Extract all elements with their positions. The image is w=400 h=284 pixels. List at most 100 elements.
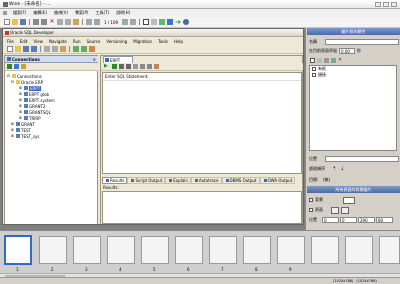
- tab-explain[interactable]: Explain: [165, 176, 191, 184]
- filmstrip-frame[interactable]: [243, 236, 271, 264]
- coord-y-input[interactable]: 0: [340, 217, 357, 223]
- cancel-icon[interactable]: [133, 64, 138, 69]
- refresh-icon[interactable]: [14, 64, 19, 69]
- new-icon[interactable]: [4, 19, 10, 25]
- copy-icon[interactable]: [65, 19, 71, 25]
- sqldev-forward-icon[interactable]: [81, 46, 87, 52]
- filmstrip-frame[interactable]: [141, 236, 169, 264]
- sqldev-new-icon[interactable]: [7, 46, 13, 52]
- sqldev-menu-view[interactable]: View: [33, 39, 43, 44]
- coord-w-input[interactable]: 290: [358, 217, 375, 223]
- filmstrip-frame[interactable]: [73, 236, 101, 264]
- filmstrip-frame[interactable]: [345, 236, 373, 264]
- items-list[interactable]: 有框 鏈接: [309, 65, 397, 151]
- filmstrip-frame[interactable]: [379, 236, 400, 264]
- bg-checkbox[interactable]: [309, 198, 313, 202]
- tab-owa-output[interactable]: OWA Output: [259, 176, 296, 184]
- coord-x-input[interactable]: 0: [322, 217, 339, 223]
- commit-icon[interactable]: [119, 64, 124, 69]
- app-menu-icon[interactable]: [3, 11, 7, 15]
- close-button[interactable]: [391, 1, 397, 7]
- editor-tab[interactable]: ERPT: [103, 56, 133, 63]
- sqldev-cut-icon[interactable]: [44, 46, 50, 52]
- delay-input[interactable]: 0.00: [339, 47, 355, 54]
- explain-icon[interactable]: [140, 64, 145, 69]
- run-statement-icon[interactable]: ▶: [104, 63, 110, 70]
- connections-close-icon[interactable]: ✕: [93, 57, 96, 62]
- clear-icon[interactable]: [154, 64, 159, 69]
- sqldev-menu-run[interactable]: Run: [73, 39, 81, 44]
- add-frame-icon[interactable]: [310, 58, 315, 63]
- add-button-icon[interactable]: [324, 58, 329, 63]
- remove-item-icon[interactable]: ✕: [338, 57, 344, 64]
- save-icon[interactable]: [20, 19, 26, 25]
- sqldev-menu-navigate[interactable]: Navigate: [49, 39, 67, 44]
- move-down-icon[interactable]: ⇣: [340, 166, 346, 172]
- menu-project[interactable]: 專案(P): [75, 10, 89, 16]
- menu-help[interactable]: 說明(H): [116, 10, 130, 16]
- add-connection-icon[interactable]: [7, 64, 12, 69]
- tree-node[interactable]: ⊞ TEST_sys: [5, 133, 98, 139]
- sqldev-screenshot[interactable]: Oracle SQL Developer File Edit View Navi…: [2, 28, 304, 225]
- color-button[interactable]: [341, 206, 349, 214]
- delete-icon[interactable]: ✕: [49, 19, 55, 25]
- open-icon[interactable]: [12, 19, 18, 25]
- sqldev-menu-versioning[interactable]: Versioning: [106, 39, 127, 44]
- filmstrip-frame[interactable]: [107, 236, 135, 264]
- tab-script-output[interactable]: Script Output: [127, 176, 166, 184]
- filmstrip-frame[interactable]: [209, 236, 237, 264]
- frame-icon[interactable]: [143, 19, 150, 25]
- page-checkbox[interactable]: [309, 208, 313, 212]
- help-icon[interactable]: [183, 19, 190, 25]
- sqldev-paste-icon[interactable]: [60, 46, 66, 52]
- paste-icon[interactable]: [73, 19, 79, 25]
- render-icon[interactable]: [159, 19, 166, 25]
- checkbox-icon[interactable]: [312, 73, 316, 77]
- sqldev-save-all-icon[interactable]: [31, 46, 37, 52]
- bg-image-button[interactable]: [343, 196, 355, 204]
- filmstrip-frame[interactable]: [311, 236, 339, 264]
- tab-dbms-output[interactable]: DBMS Output: [221, 176, 260, 184]
- move-up-icon[interactable]: ⇡: [332, 166, 338, 172]
- next-frame-icon[interactable]: [122, 19, 129, 25]
- sqldev-menu-help[interactable]: Help: [174, 39, 183, 44]
- export-icon[interactable]: [167, 19, 174, 25]
- add-image-icon[interactable]: [331, 58, 336, 63]
- sql-worksheet[interactable]: Enter SQL Statement:: [102, 72, 302, 174]
- forward-arrow-icon[interactable]: ➜: [175, 19, 181, 26]
- sqldev-menu-edit[interactable]: Edit: [20, 39, 28, 44]
- position-input[interactable]: [325, 155, 399, 162]
- sqldev-save-icon[interactable]: [23, 46, 29, 52]
- add-text-icon[interactable]: [317, 58, 322, 63]
- filmstrip-frame[interactable]: [277, 236, 305, 264]
- sqldev-sql-icon[interactable]: [89, 46, 95, 52]
- tab-results[interactable]: Results: [102, 176, 128, 184]
- checkbox-icon[interactable]: [312, 67, 316, 71]
- sqldev-menu-migration[interactable]: Migration: [133, 39, 152, 44]
- undo-icon[interactable]: [33, 19, 39, 25]
- cut-icon[interactable]: [57, 19, 63, 25]
- menu-file[interactable]: 檔案(F): [13, 10, 26, 16]
- sqldev-menu-tools[interactable]: Tools: [158, 39, 168, 44]
- filmstrip-frame[interactable]: [39, 236, 67, 264]
- tab-autotrace[interactable]: Autotrace: [190, 176, 222, 184]
- menu-view[interactable]: 檢視(V): [54, 10, 68, 16]
- minimize-button[interactable]: [375, 1, 381, 7]
- filter-icon[interactable]: [21, 64, 26, 69]
- rollback-icon[interactable]: [126, 64, 131, 69]
- sqldev-menu-source[interactable]: Source: [87, 39, 101, 44]
- list-item[interactable]: 鏈接: [310, 72, 396, 78]
- sqldev-open-icon[interactable]: [15, 46, 21, 52]
- filmstrip-frame[interactable]: [4, 235, 32, 265]
- coord-h-input[interactable]: 80: [376, 217, 393, 223]
- run-script-icon[interactable]: [112, 64, 117, 69]
- menu-edit[interactable]: 編輯(E): [33, 10, 47, 16]
- prev-frame-icon[interactable]: [94, 19, 100, 25]
- connections-tab[interactable]: Connections ✕: [5, 56, 98, 63]
- autotrace-icon[interactable]: [147, 64, 152, 69]
- font-button[interactable]: [331, 206, 339, 214]
- maximize-button[interactable]: [383, 1, 389, 7]
- last-frame-icon[interactable]: [130, 19, 137, 25]
- menu-tools[interactable]: 工具(T): [95, 10, 109, 16]
- first-frame-icon[interactable]: [86, 19, 92, 25]
